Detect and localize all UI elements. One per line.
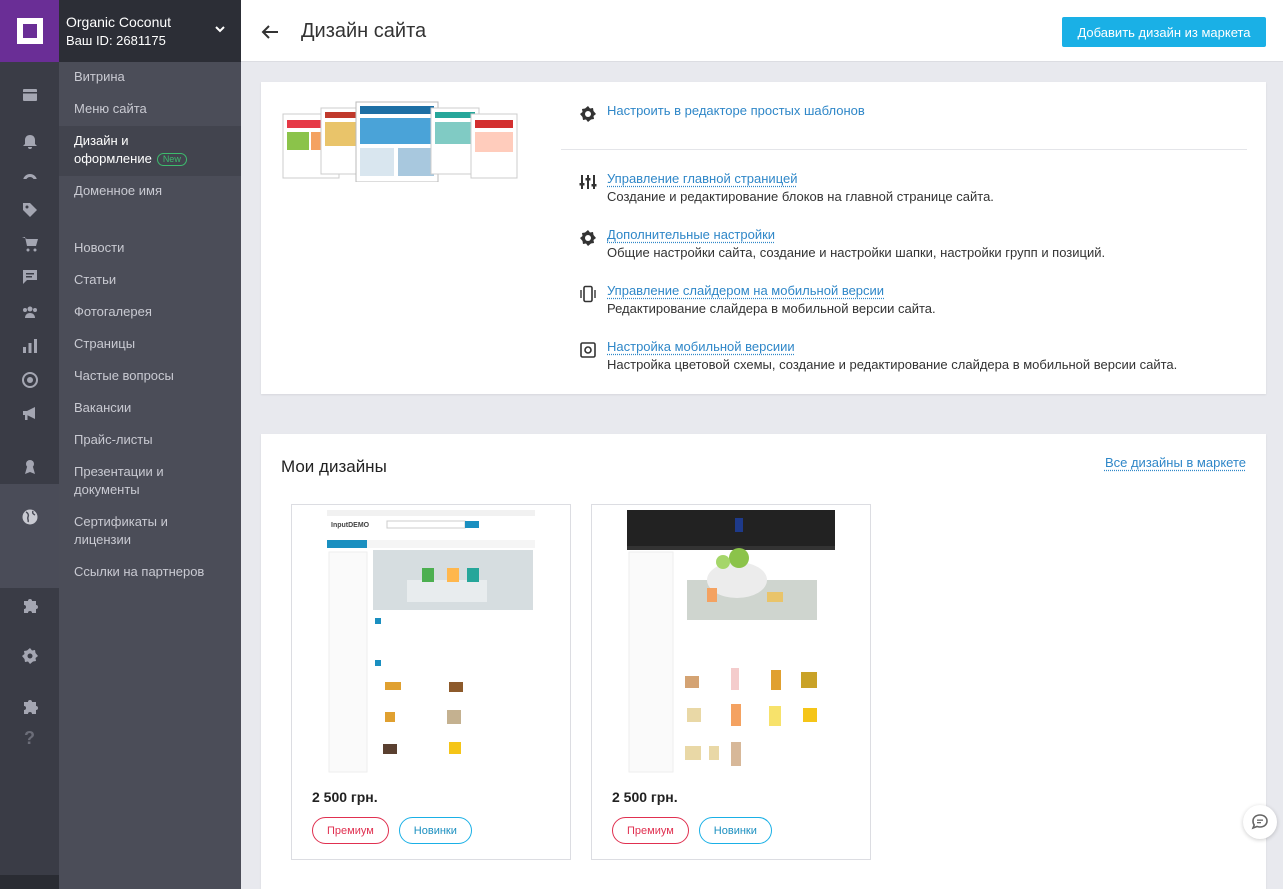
design-tags-1: Премиум Новинки bbox=[312, 817, 472, 844]
my-designs-title: Мои дизайны bbox=[281, 457, 387, 476]
menu-item-design-line1: Дизайн и bbox=[74, 133, 129, 148]
message-icon[interactable] bbox=[0, 268, 59, 286]
award-icon[interactable] bbox=[0, 457, 59, 475]
menu-item-design-line2: оформление bbox=[74, 151, 152, 166]
menu-item-news[interactable]: Новости bbox=[74, 239, 124, 257]
gear-icon bbox=[580, 230, 596, 246]
preview-logo-text: InputDEMO bbox=[331, 522, 370, 529]
page-header: Дизайн сайта Добавить дизайн из маркета bbox=[241, 0, 1283, 62]
design-price-1: 2 500 грн. bbox=[312, 789, 378, 805]
globe-icon[interactable] bbox=[0, 508, 59, 526]
target-icon[interactable] bbox=[0, 371, 59, 389]
chat-button[interactable] bbox=[1243, 805, 1277, 839]
storefront-icon[interactable] bbox=[0, 86, 59, 104]
new-badge: New bbox=[156, 153, 187, 166]
mobile-slider-link[interactable]: Управление слайдером на мобильной версии bbox=[607, 283, 884, 298]
design-price-2: 2 500 грн. bbox=[612, 789, 678, 805]
users-icon[interactable] bbox=[0, 303, 59, 321]
extra-settings-link[interactable]: Дополнительные настройки bbox=[607, 227, 775, 242]
new-tag[interactable]: Новинки bbox=[398, 817, 472, 844]
chat-icon bbox=[1251, 814, 1268, 830]
menu-item-pricelists[interactable]: Прайс-листы bbox=[74, 431, 153, 449]
premium-tag[interactable]: Премиум bbox=[612, 817, 689, 844]
menu-item-vacancies[interactable]: Вакансии bbox=[74, 399, 131, 417]
menu-item-pages[interactable]: Страницы bbox=[74, 335, 135, 353]
cart-icon[interactable] bbox=[0, 235, 59, 253]
menu-item-partners[interactable]: Ссылки на партнеров bbox=[74, 563, 204, 581]
design-card-1[interactable]: InputDEMO 2 500 грн. Премиум Новинки bbox=[291, 504, 571, 860]
design-card-2[interactable]: 2 500 грн. Премиум Новинки bbox=[591, 504, 871, 860]
account-id: Ваш ID: 2681175 bbox=[66, 33, 166, 48]
divider bbox=[561, 149, 1247, 150]
tag-icon[interactable] bbox=[0, 201, 59, 219]
chevron-down-icon bbox=[215, 26, 225, 33]
mobile-vibrate-icon bbox=[580, 285, 596, 303]
design-settings-card: Настроить в редакторе простых шаблонов У… bbox=[261, 82, 1266, 394]
main-page-link[interactable]: Управление главной страницей bbox=[607, 171, 798, 186]
mobile-version-link[interactable]: Настройка мобильной версиии bbox=[607, 339, 795, 354]
account-switcher[interactable]: Organic Coconut Ваш ID: 2681175 bbox=[59, 0, 241, 62]
mobile-version-desc: Настройка цветовой схемы, создание и ред… bbox=[607, 357, 1178, 372]
main-page-desc: Создание и редактирование блоков на глав… bbox=[607, 189, 994, 204]
add-design-button[interactable]: Добавить дизайн из маркета bbox=[1062, 17, 1266, 47]
megaphone-icon[interactable] bbox=[0, 404, 59, 422]
dashboard-icon[interactable] bbox=[0, 167, 59, 179]
design-tags-2: Премиум Новинки bbox=[612, 817, 772, 844]
menu-item-certificates-line1: Сертификаты и bbox=[74, 514, 168, 529]
back-arrow-icon[interactable] bbox=[261, 24, 279, 40]
menu-item-gallery[interactable]: Фотогалерея bbox=[74, 303, 152, 321]
bell-icon[interactable] bbox=[0, 133, 59, 151]
icon-rail: ? bbox=[0, 0, 241, 889]
puzzle-icon[interactable] bbox=[0, 596, 59, 614]
menu-item-site-menu[interactable]: Меню сайта bbox=[74, 100, 147, 118]
design-preview-1: InputDEMO bbox=[327, 510, 535, 775]
section-menu: Organic Coconut Ваш ID: 2681175 Витрина … bbox=[59, 0, 241, 889]
templates-collage-image bbox=[282, 101, 518, 182]
menu-item-certificates[interactable]: Сертификаты и лицензии bbox=[74, 513, 168, 549]
gear-icon bbox=[580, 106, 596, 122]
simple-editor-link[interactable]: Настроить в редакторе простых шаблонов bbox=[607, 103, 865, 118]
new-tag[interactable]: Новинки bbox=[698, 817, 772, 844]
menu-item-articles[interactable]: Статьи bbox=[74, 271, 116, 289]
mobile-slider-desc: Редактирование слайдера в мобильной верс… bbox=[607, 301, 936, 316]
my-designs-card: Мои дизайны Все дизайны в маркете InputD… bbox=[261, 434, 1266, 889]
menu-item-vitrina[interactable]: Витрина bbox=[74, 68, 125, 86]
page-title: Дизайн сайта bbox=[301, 20, 427, 42]
menu-item-design[interactable]: Дизайн и оформление New bbox=[74, 132, 187, 168]
menu-item-presentations[interactable]: Презентации и документы bbox=[74, 463, 164, 499]
design-preview-2 bbox=[627, 510, 835, 775]
menu-item-presentations-line1: Презентации и bbox=[74, 464, 164, 479]
extra-settings-desc: Общие настройки сайта, создание и настро… bbox=[607, 245, 1106, 260]
premium-tag[interactable]: Премиум bbox=[312, 817, 389, 844]
settings-icon[interactable] bbox=[0, 647, 59, 665]
extensions-icon[interactable] bbox=[0, 697, 59, 715]
logo[interactable] bbox=[0, 0, 59, 62]
menu-item-domain[interactable]: Доменное имя bbox=[74, 182, 162, 200]
menu-item-faq[interactable]: Частые вопросы bbox=[74, 367, 174, 385]
rail-active-section bbox=[0, 484, 59, 588]
all-designs-link[interactable]: Все дизайны в маркете bbox=[1105, 455, 1246, 470]
sliders-icon bbox=[579, 175, 597, 189]
menu-item-certificates-line2: лицензии bbox=[74, 532, 132, 547]
mobile-settings-icon bbox=[580, 342, 596, 358]
menu-item-presentations-line2: документы bbox=[74, 482, 140, 497]
help-icon[interactable]: ? bbox=[0, 728, 59, 749]
stats-icon[interactable] bbox=[0, 337, 59, 355]
